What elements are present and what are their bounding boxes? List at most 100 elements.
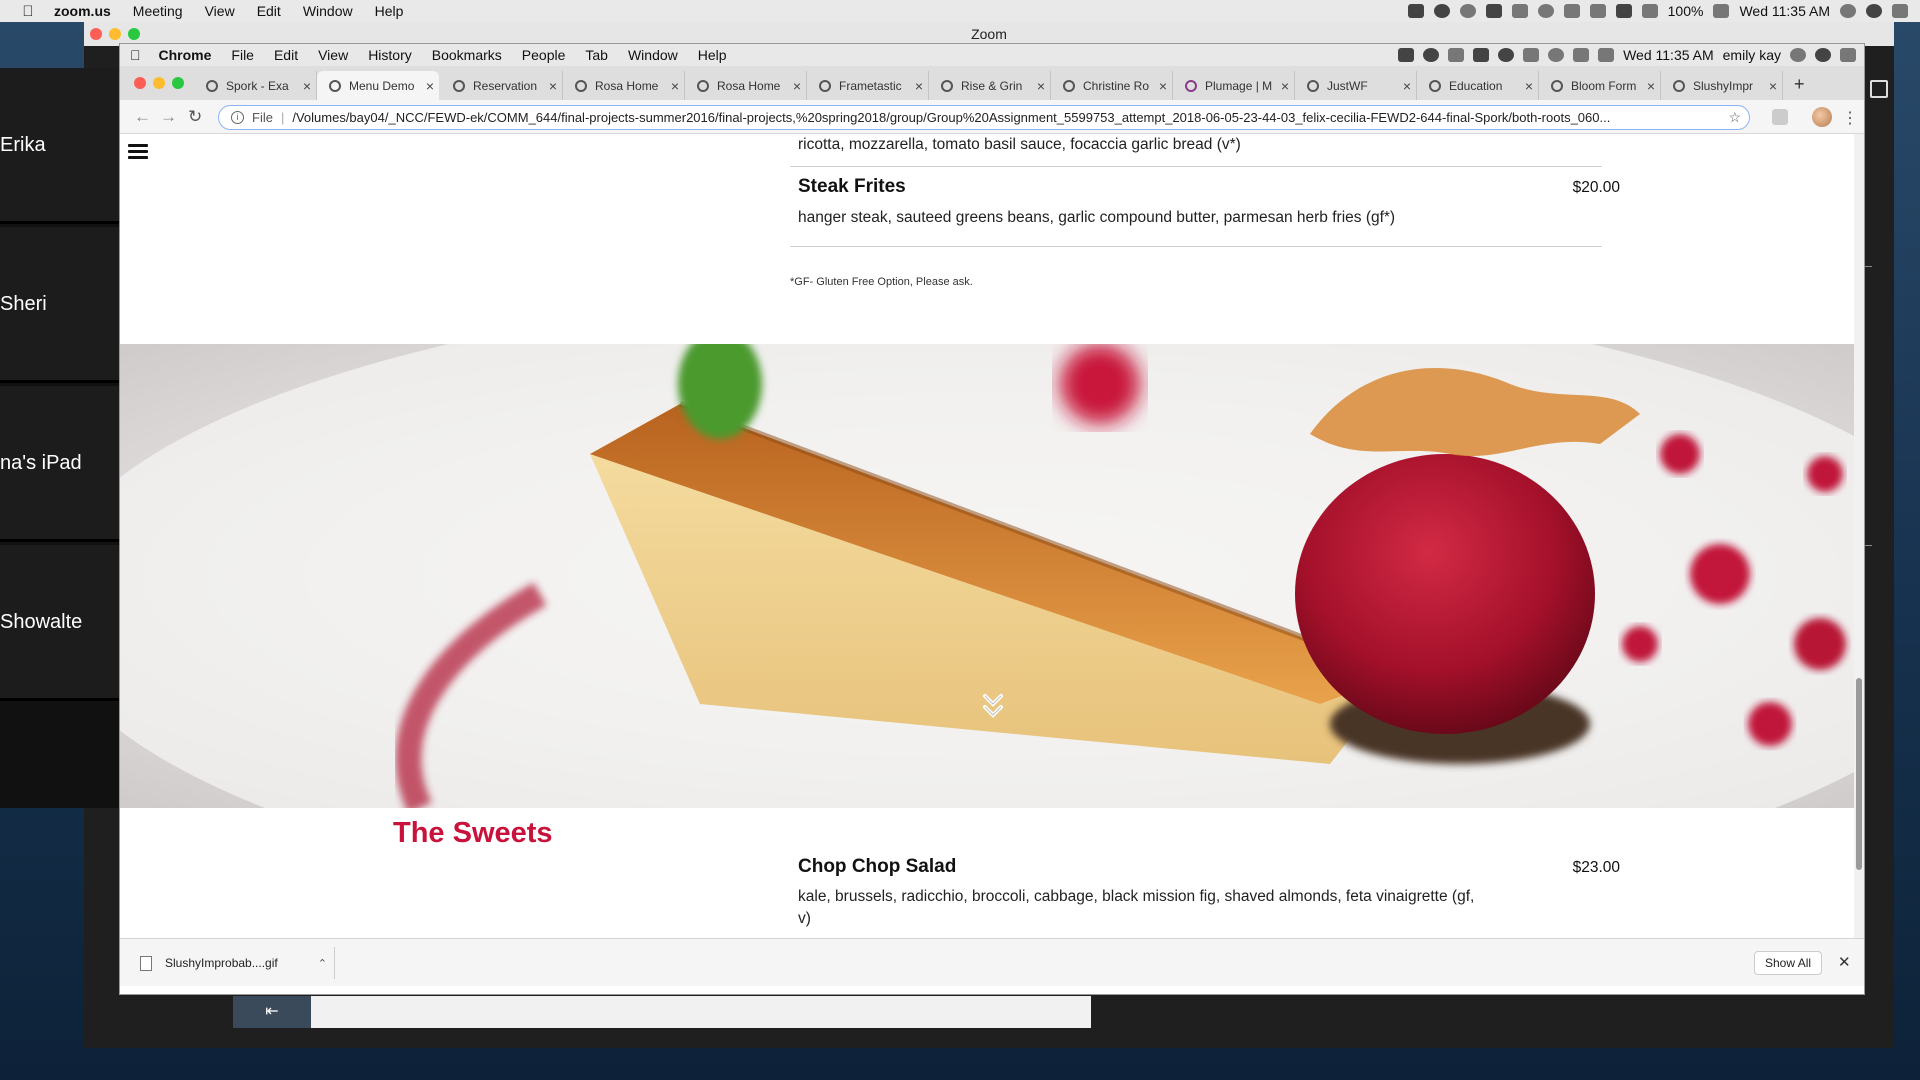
reload-icon[interactable]: ↻: [188, 107, 202, 127]
chat-status-icon[interactable]: [1433, 4, 1450, 18]
tab-close-icon[interactable]: ×: [1398, 78, 1416, 94]
wifi-icon[interactable]: [1589, 4, 1606, 18]
tab[interactable]: Education ×: [1417, 71, 1539, 100]
os-menu-view[interactable]: View: [205, 3, 235, 19]
chrome-menu-app[interactable]: Chrome: [159, 47, 212, 63]
bluetooth-icon[interactable]: [1563, 4, 1580, 18]
close-icon[interactable]: ✕: [1838, 953, 1851, 971]
notification-center-icon[interactable]: [1840, 48, 1856, 62]
scrollbar-thumb[interactable]: [1856, 678, 1862, 870]
os-menu-app[interactable]: zoom.us: [54, 3, 111, 19]
tab[interactable]: SlushyImpr ×: [1661, 71, 1783, 100]
tab[interactable]: Reservation ×: [441, 71, 563, 100]
time-machine-icon[interactable]: [1537, 4, 1554, 18]
tab-close-icon[interactable]: ×: [544, 78, 562, 94]
tab-close-icon[interactable]: ×: [421, 78, 439, 94]
bluetooth-icon[interactable]: [1573, 48, 1590, 62]
chrome-menu-tab[interactable]: Tab: [585, 47, 608, 63]
chrome-close-button[interactable]: [134, 77, 146, 89]
input-source-icon[interactable]: [1615, 4, 1632, 18]
address-bar[interactable]: i File | /Volumes/bay04/_NCC/FEWD-ek/COM…: [218, 105, 1750, 130]
chrome-menu-help[interactable]: Help: [698, 47, 727, 63]
chevron-up-icon[interactable]: ⌃: [318, 957, 327, 970]
tab-close-icon[interactable]: ×: [1154, 78, 1172, 94]
tab-active[interactable]: Menu Demo ×: [317, 71, 439, 100]
chrome-menu-window[interactable]: Window: [628, 47, 678, 63]
battery-icon[interactable]: [1713, 4, 1730, 18]
extension-icon[interactable]: [1448, 48, 1465, 62]
extension-icon[interactable]: [1772, 109, 1788, 125]
tab[interactable]: Rosa Home ×: [563, 71, 685, 100]
download-item[interactable]: SlushyImprobab....gif ⌃: [140, 949, 327, 977]
chrome-menu-edit[interactable]: Edit: [274, 47, 298, 63]
chrome-menu-people[interactable]: People: [522, 47, 566, 63]
tab-close-icon[interactable]: ×: [666, 78, 684, 94]
tab-close-icon[interactable]: ×: [298, 78, 316, 94]
tab-close-icon[interactable]: ×: [1764, 78, 1782, 94]
siri-icon[interactable]: [1815, 48, 1831, 62]
dropbox-icon[interactable]: [1485, 4, 1502, 18]
tab-close-icon[interactable]: ×: [1520, 78, 1538, 94]
spotlight-icon[interactable]: [1840, 4, 1856, 18]
display-icon[interactable]: [1473, 48, 1490, 62]
chrome-minimize-button[interactable]: [153, 77, 165, 89]
back-arrow-icon[interactable]: ←: [134, 107, 151, 127]
download-filename[interactable]: SlushyImprobab....gif: [165, 956, 278, 970]
collapse-panel-button[interactable]: ⇤: [233, 996, 311, 1028]
tab[interactable]: Spork - Exa ×: [194, 71, 317, 100]
chrome-clock[interactable]: Wed 11:35 AM: [1623, 47, 1714, 63]
os-menu-meeting[interactable]: Meeting: [133, 3, 183, 19]
creative-cloud-icon[interactable]: [1459, 4, 1476, 18]
chrome-menu-file[interactable]: File: [231, 47, 254, 63]
zoom-minimize-button[interactable]: [109, 28, 121, 40]
profile-avatar[interactable]: [1812, 107, 1832, 127]
chrome-menu-icon[interactable]: ⋮: [1842, 108, 1858, 128]
tab-close-icon[interactable]: ×: [910, 78, 928, 94]
siri-icon[interactable]: [1866, 4, 1882, 18]
airplay-icon[interactable]: [1523, 48, 1540, 62]
tab[interactable]: Frametastic ×: [807, 71, 929, 100]
dropbox-icon[interactable]: [1398, 48, 1415, 62]
tab-close-icon[interactable]: ×: [1276, 78, 1294, 94]
spotlight-icon[interactable]: [1790, 48, 1806, 62]
new-tab-button[interactable]: +: [1794, 74, 1805, 95]
show-all-button[interactable]: Show All: [1754, 951, 1823, 975]
apple-menu-icon[interactable]: : [20, 3, 36, 20]
user-name[interactable]: emily kay: [1723, 47, 1781, 63]
url-text[interactable]: /Volumes/bay04/_NCC/FEWD-ek/COMM_644/fin…: [292, 110, 1610, 125]
apple-menu-icon[interactable]: : [130, 47, 141, 63]
tab[interactable]: Bloom Form ×: [1539, 71, 1661, 100]
tab-close-icon[interactable]: ×: [1642, 78, 1660, 94]
chrome-menu-bookmarks[interactable]: Bookmarks: [432, 47, 502, 63]
notification-center-icon[interactable]: [1892, 4, 1908, 18]
tab[interactable]: Plumage | M ×: [1173, 71, 1295, 100]
os-menu-window[interactable]: Window: [303, 3, 353, 19]
os-menu-help[interactable]: Help: [375, 3, 404, 19]
scroll-down-chevron-icon[interactable]: [982, 692, 1004, 727]
chrome-menu-view[interactable]: View: [318, 47, 348, 63]
tab[interactable]: JustWF ×: [1295, 71, 1417, 100]
tab[interactable]: Christine Ro ×: [1051, 71, 1173, 100]
tab-close-icon[interactable]: ×: [1032, 78, 1050, 94]
os-menu-edit[interactable]: Edit: [257, 3, 281, 19]
tab[interactable]: Rosa Home ×: [685, 71, 807, 100]
fullscreen-icon[interactable]: [1870, 80, 1888, 98]
page-scrollbar[interactable]: [1854, 134, 1864, 938]
forward-arrow-icon[interactable]: →: [160, 107, 177, 127]
tab-close-icon[interactable]: ×: [788, 78, 806, 94]
zoom-status-icon[interactable]: [1407, 4, 1424, 18]
creative-cloud-icon[interactable]: [1423, 48, 1440, 62]
sync-icon[interactable]: [1498, 48, 1515, 62]
wifi-icon[interactable]: [1598, 48, 1615, 62]
os-clock[interactable]: Wed 11:35 AM: [1739, 3, 1830, 19]
zoom-zoom-button[interactable]: [128, 28, 140, 40]
chrome-zoom-button[interactable]: [172, 77, 184, 89]
airplay-icon[interactable]: [1511, 4, 1528, 18]
bookmark-star-icon[interactable]: ☆: [1728, 109, 1741, 126]
zoom-close-button[interactable]: [90, 28, 102, 40]
hamburger-menu-icon[interactable]: [128, 144, 148, 160]
tab[interactable]: Rise & Grin ×: [929, 71, 1051, 100]
site-info-icon[interactable]: i: [231, 111, 244, 124]
volume-icon[interactable]: [1641, 4, 1658, 18]
chrome-menu-history[interactable]: History: [368, 47, 412, 63]
